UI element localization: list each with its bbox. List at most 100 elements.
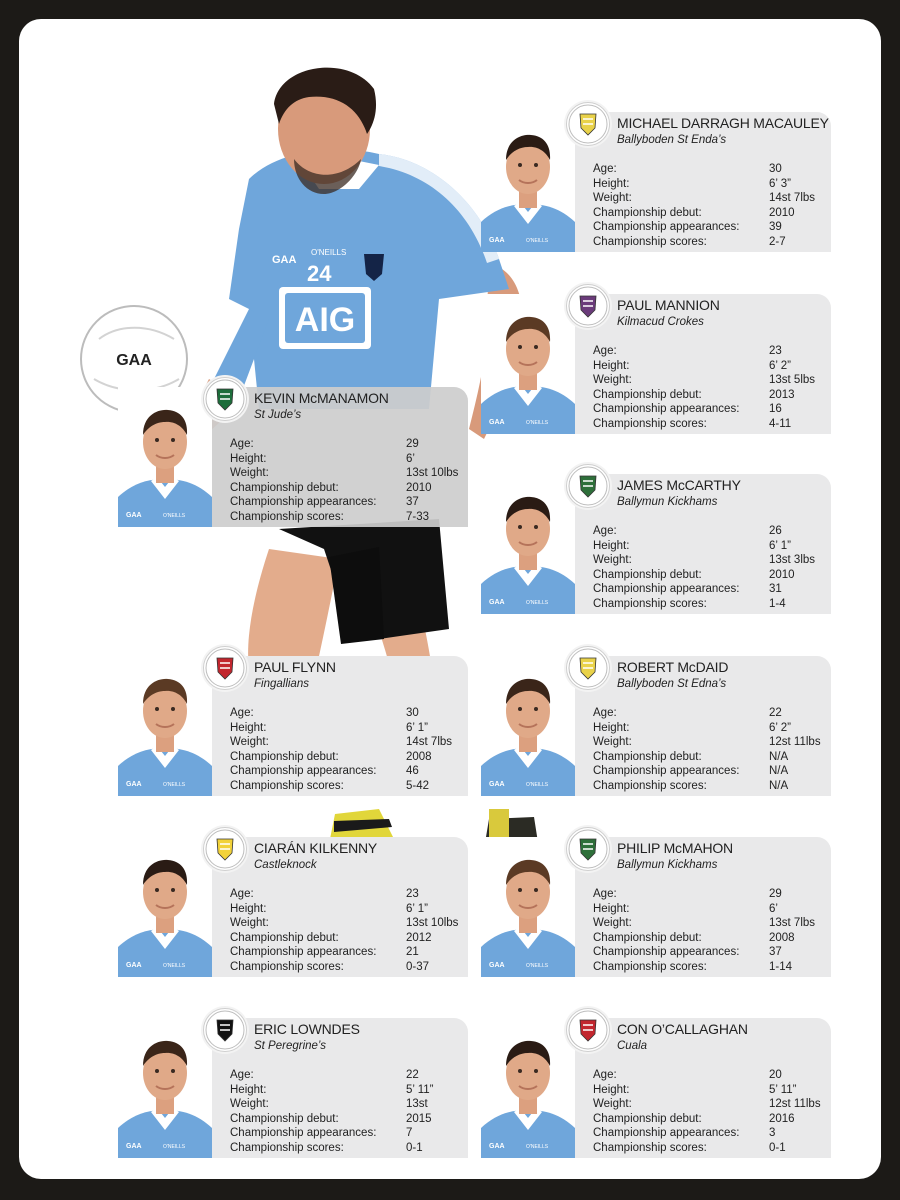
svg-text:O'NEILLS: O'NEILLS — [163, 963, 186, 969]
club-crest — [203, 1008, 247, 1052]
player-name: KEVIN McMANAMON — [254, 390, 389, 406]
stat-label: Championship appearances: — [593, 403, 740, 416]
stat-label: Championship scores: — [593, 960, 707, 973]
stat-value-debut: 2008 — [769, 931, 795, 944]
stat-label: Height: — [593, 177, 630, 190]
stat-label: Age: — [593, 525, 617, 537]
stat-row: Championship scores: 5-42 — [230, 780, 470, 795]
svg-text:O'NEILLS: O'NEILLS — [526, 782, 549, 788]
club-crest-icon — [568, 829, 608, 869]
club-crest-icon — [568, 466, 608, 506]
stat-label: Championship debut: — [230, 481, 339, 494]
stat-value-scores: 0-1 — [769, 1141, 786, 1154]
svg-text:GAA: GAA — [489, 781, 505, 788]
stat-value-debut: 2008 — [406, 750, 432, 763]
stat-row: Championship debut: 2016 — [593, 1113, 833, 1128]
stat-row: Championship appearances: 3 — [593, 1127, 833, 1142]
stat-value-debut: 2015 — [406, 1112, 432, 1125]
club-crest-icon — [568, 104, 608, 144]
stat-label: Age: — [593, 1069, 617, 1081]
player-name: MICHAEL DARRAGH MACAULEY — [617, 115, 829, 131]
stat-row: Championship scores: 0-1 — [230, 1142, 470, 1157]
stat-label: Weight: — [593, 736, 632, 749]
player-card: GAA O'NEILLS JAMES McCARTHY Ballymun Kic… — [481, 464, 833, 614]
stat-row: Height: 6’ 1” — [230, 722, 470, 737]
player-club: Ballyboden St Edna’s — [617, 678, 727, 690]
stat-row: Height: 6’ — [593, 903, 833, 918]
club-crest — [566, 284, 610, 328]
player-stats: Age: 30 Height: 6’ 3” Weight: 14st 7lbs … — [593, 163, 833, 251]
player-photo: GAA O'NEILLS — [118, 1018, 212, 1158]
stat-row: Championship appearances: 39 — [593, 221, 833, 236]
stat-label: Weight: — [593, 192, 632, 205]
stat-value-age: 20 — [769, 1069, 782, 1081]
stat-row: Age: 22 — [230, 1069, 470, 1084]
stat-value-weight: 14st 7lbs — [406, 736, 453, 749]
stat-row: Weight: 12st 11lbs — [593, 736, 833, 751]
stat-value-scores: 1-14 — [769, 960, 793, 973]
svg-text:O'NEILLS: O'NEILLS — [526, 1144, 549, 1150]
stat-value-age: 23 — [769, 345, 782, 357]
stat-value-height: 6’ — [769, 902, 778, 915]
player-club: Ballymun Kickhams — [617, 496, 718, 508]
stat-label: Championship appearances: — [230, 496, 377, 509]
stat-row: Age: 29 — [230, 438, 470, 453]
stat-row: Height: 5’ 11” — [230, 1084, 470, 1099]
stat-value-weight: 12st 11lbs — [769, 1098, 821, 1111]
player-name: PHILIP McMAHON — [617, 840, 733, 856]
stat-label: Age: — [593, 888, 617, 900]
stat-value-weight: 12st 11lbs — [769, 736, 821, 749]
stat-value-age: 30 — [406, 707, 419, 719]
stat-label: Age: — [230, 438, 254, 450]
stat-value-appearances: N/A — [769, 765, 789, 778]
stat-label: Championship appearances: — [230, 1127, 377, 1140]
stat-value-appearances: 31 — [769, 583, 782, 596]
player-photo: GAA O'NEILLS — [481, 837, 575, 977]
stat-label: Height: — [230, 902, 267, 915]
player-card: GAA O'NEILLS PAUL MANNION Kilmacud Croke… — [481, 284, 833, 434]
svg-text:O'NEILLS: O'NEILLS — [526, 963, 549, 969]
svg-text:O'NEILLS: O'NEILLS — [163, 782, 186, 788]
stat-row: Championship scores: 1-4 — [593, 598, 833, 613]
stat-label: Age: — [593, 345, 617, 357]
stat-value-height: 6’ 1” — [406, 721, 428, 734]
club-crest-icon — [205, 1010, 245, 1050]
stat-label: Championship debut: — [230, 931, 339, 944]
stat-row: Championship debut: 2008 — [593, 932, 833, 947]
player-stats: Age: 22 Height: 6’ 2” Weight: 12st 11lbs… — [593, 707, 833, 795]
stat-label: Championship scores: — [593, 417, 707, 430]
svg-text:O'NEILLS: O'NEILLS — [163, 1144, 186, 1150]
svg-text:GAA: GAA — [489, 1143, 505, 1150]
player-card: GAA O'NEILLS CIARÁN KILKENNY Castleknock… — [118, 827, 468, 977]
stat-value-appearances: 37 — [406, 496, 419, 509]
stat-row: Weight: 13st 7lbs — [593, 917, 833, 932]
svg-text:O'NEILLS: O'NEILLS — [526, 600, 549, 606]
headshot-illustration: GAA O'NEILLS — [481, 112, 575, 252]
stat-row: Weight: 13st 10lbs — [230, 467, 470, 482]
stat-value-debut: 2016 — [769, 1112, 795, 1125]
squad-profile-page: AIG 24 O'NEILLS GAA GAA GAA O'NEILLS MIC… — [19, 19, 881, 1179]
stat-label: Championship appearances: — [593, 946, 740, 959]
player-card: GAA O'NEILLS PHILIP McMAHON Ballymun Kic… — [481, 827, 833, 977]
stat-value-age: 26 — [769, 525, 782, 537]
stat-row: Weight: 14st 7lbs — [593, 192, 833, 207]
stat-row: Weight: 12st 11lbs — [593, 1098, 833, 1113]
stat-row: Championship debut: N/A — [593, 751, 833, 766]
stat-label: Championship appearances: — [230, 946, 377, 959]
stat-label: Weight: — [593, 917, 632, 930]
stat-row: Age: 30 — [593, 163, 833, 178]
stat-label: Championship scores: — [230, 510, 344, 523]
stat-row: Championship debut: 2008 — [230, 751, 470, 766]
stat-row: Championship appearances: 37 — [230, 496, 470, 511]
stat-label: Championship scores: — [230, 1141, 344, 1154]
stat-value-weight: 13st — [406, 1098, 428, 1111]
club-crest — [566, 464, 610, 508]
stat-row: Age: 26 — [593, 525, 833, 540]
stat-value-age: 30 — [769, 163, 782, 175]
stat-value-height: 6’ 2” — [769, 721, 791, 734]
stat-row: Championship appearances: 16 — [593, 403, 833, 418]
stat-label: Weight: — [230, 467, 269, 480]
stat-label: Championship debut: — [593, 388, 702, 401]
stat-label: Championship debut: — [593, 750, 702, 763]
stat-label: Championship appearances: — [230, 765, 377, 778]
